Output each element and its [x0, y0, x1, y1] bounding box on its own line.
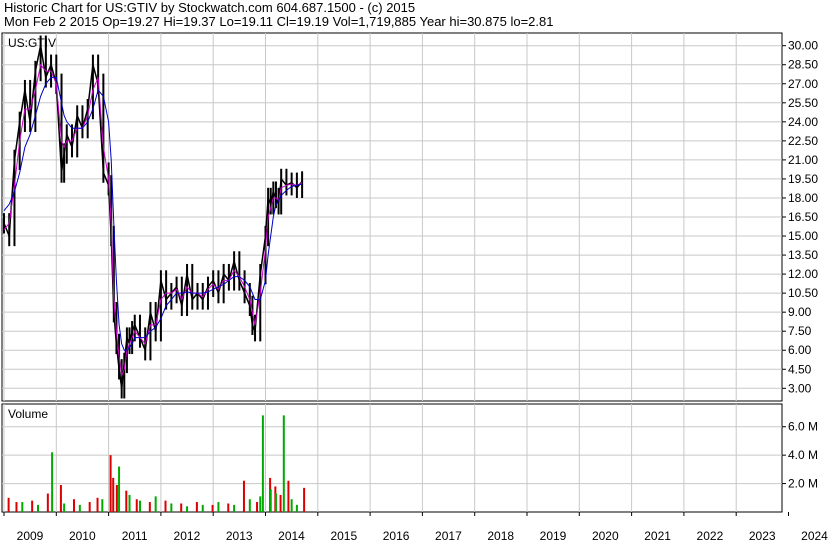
symbol-label: US:GTIV	[8, 36, 56, 50]
x-tick-label: 2010	[69, 529, 96, 543]
volume-bar-down	[112, 477, 115, 512]
volume-bar-down	[195, 502, 198, 512]
x-tick-label: 2019	[540, 529, 567, 543]
volume-bar-down	[31, 500, 34, 512]
volume-bar-down	[15, 502, 18, 512]
volume-bar-down	[303, 487, 306, 512]
volume-y-tick-label: 4.0 M	[788, 448, 818, 462]
x-tick-label: 2022	[697, 529, 724, 543]
volume-bar-up	[274, 493, 277, 512]
volume-bar-down	[72, 499, 75, 512]
x-tick-label: 2011	[122, 529, 148, 543]
price-y-tick-label: 7.50	[788, 324, 812, 338]
stock-chart: 2009 2010 2011 2012 2013 2014 2015 2016 2017 2018…	[1, 32, 828, 543]
price-y-tick-label: 10.50	[788, 286, 818, 300]
price-y-tick-label: 13.50	[788, 248, 818, 262]
x-tick-label: 2020	[592, 529, 619, 543]
volume-bar-up	[201, 504, 204, 512]
volume-bar-up	[128, 494, 131, 512]
price-y-tick-label: 27.00	[788, 77, 818, 91]
price-y-tick-label: 21.00	[788, 153, 818, 167]
volume-bar-down	[180, 503, 183, 512]
volume-bar-up	[282, 415, 285, 512]
price-y-tick-label: 6.00	[788, 343, 812, 357]
price-y-tick-label: 4.50	[788, 362, 812, 376]
price-y-tick-label: 18.00	[788, 191, 818, 205]
volume-bar-up	[138, 500, 141, 512]
volume-bar-up	[170, 503, 173, 512]
x-tick-label: 2013	[226, 529, 253, 543]
x-tick-label: 2018	[487, 529, 514, 543]
volume-bar-up	[217, 502, 220, 512]
price-y-tick-label: 22.50	[788, 134, 818, 148]
volume-bar-down	[46, 493, 49, 512]
volume-bar-up	[78, 504, 81, 512]
volume-bar-down	[211, 504, 214, 512]
x-tick-label: 2023	[749, 529, 776, 543]
price-y-tick-label: 30.00	[788, 39, 818, 53]
price-y-tick-label: 15.00	[788, 229, 818, 243]
volume-bar-down	[279, 494, 282, 512]
volume-bar-up	[118, 466, 121, 512]
volume-bar-down	[7, 497, 10, 512]
x-tick-label: 2016	[383, 529, 410, 543]
price-y-tick-label: 16.50	[788, 210, 818, 224]
price-y-tick-label: 9.00	[788, 305, 812, 319]
volume-bar-down	[88, 502, 91, 512]
price-y-tick-label: 24.00	[788, 115, 818, 129]
volume-bar-up	[290, 499, 293, 512]
volume-bar-up	[21, 502, 24, 512]
price-y-tick-label: 12.00	[788, 267, 818, 281]
volume-bar-down	[148, 502, 151, 512]
volume-bar-up	[51, 452, 54, 512]
volume-bar-up	[101, 499, 104, 512]
price-y-tick-label: 25.50	[788, 96, 818, 110]
volume-bar-up	[36, 504, 39, 512]
volume-bar-up	[248, 499, 251, 512]
volume-bar-down	[115, 485, 118, 512]
volume-bar-down	[109, 455, 112, 512]
volume-bar-up	[295, 504, 298, 512]
volume-bar-up	[259, 496, 262, 512]
x-tick-label: 2017	[435, 529, 462, 543]
x-tick-label: 2015	[330, 529, 357, 543]
volume-bar-down	[135, 499, 138, 512]
volume-bar-down	[227, 503, 230, 512]
price-y-tick-label: 19.50	[788, 172, 818, 186]
x-tick-label: 2021	[644, 529, 671, 543]
volume-bar-up	[233, 504, 236, 512]
volume-bar-down	[242, 480, 245, 512]
x-tick-label: 2014	[278, 529, 305, 543]
volume-bar-down	[59, 485, 62, 512]
price-y-tick-label: 28.50	[788, 58, 818, 72]
volume-bar-down	[125, 490, 128, 512]
volume-bar-down	[96, 497, 99, 512]
volume-y-tick-label: 6.0 M	[788, 420, 818, 434]
volume-bar-down	[164, 500, 167, 512]
volume-bar-up	[63, 503, 66, 512]
price-y-tick-label: 3.00	[788, 381, 812, 395]
volume-bar-up	[261, 415, 264, 512]
volume-bar-down	[287, 480, 290, 512]
volume-title: Volume	[8, 407, 48, 421]
volume-bar-up	[269, 489, 272, 512]
x-tick-label: 2012	[174, 529, 201, 543]
volume-bar-down	[256, 502, 259, 512]
volume-bar-up	[186, 506, 189, 512]
x-tick-label: 2009	[17, 529, 44, 543]
volume-bar-up	[154, 496, 157, 512]
x-tick-label: 2024	[801, 529, 828, 543]
volume-y-tick-label: 2.0 M	[788, 477, 818, 491]
